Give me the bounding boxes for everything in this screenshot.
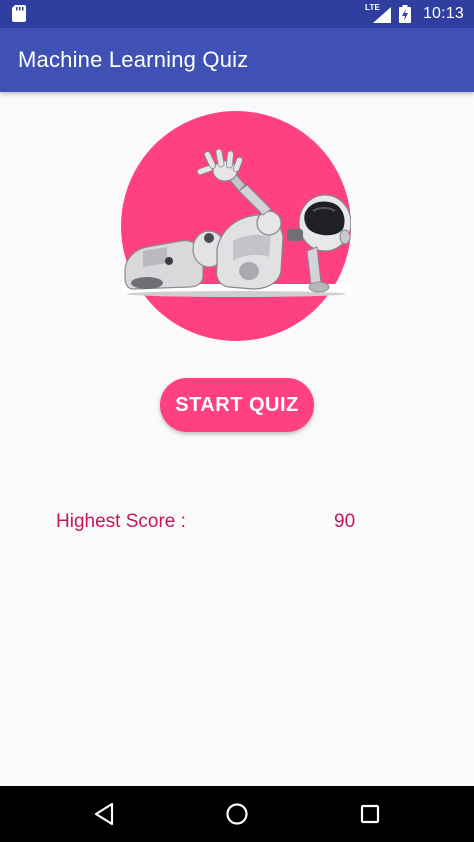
network-indicator: LTE xyxy=(365,4,391,23)
highest-score-label: Highest Score : xyxy=(56,511,186,532)
start-quiz-button[interactable]: START QUIZ xyxy=(160,378,314,432)
signal-icon xyxy=(372,7,391,23)
sd-card-icon xyxy=(12,5,26,22)
status-right-group: LTE 10:13 xyxy=(365,0,464,28)
screen: LTE 10:13 Machine Learning Quiz START QU… xyxy=(0,0,474,842)
back-triangle-icon[interactable] xyxy=(90,799,120,829)
highest-score-value: 90 xyxy=(334,511,356,532)
app-bar: Machine Learning Quiz xyxy=(0,28,474,92)
recents-square-icon[interactable] xyxy=(355,799,385,829)
home-circle-icon[interactable] xyxy=(222,799,252,829)
app-title: Machine Learning Quiz xyxy=(18,47,249,72)
navigation-bar xyxy=(0,786,474,842)
battery-charging-icon xyxy=(398,5,411,23)
status-bar: LTE 10:13 xyxy=(0,0,474,28)
status-time: 10:13 xyxy=(422,5,464,22)
robot-hero-image xyxy=(121,111,351,341)
